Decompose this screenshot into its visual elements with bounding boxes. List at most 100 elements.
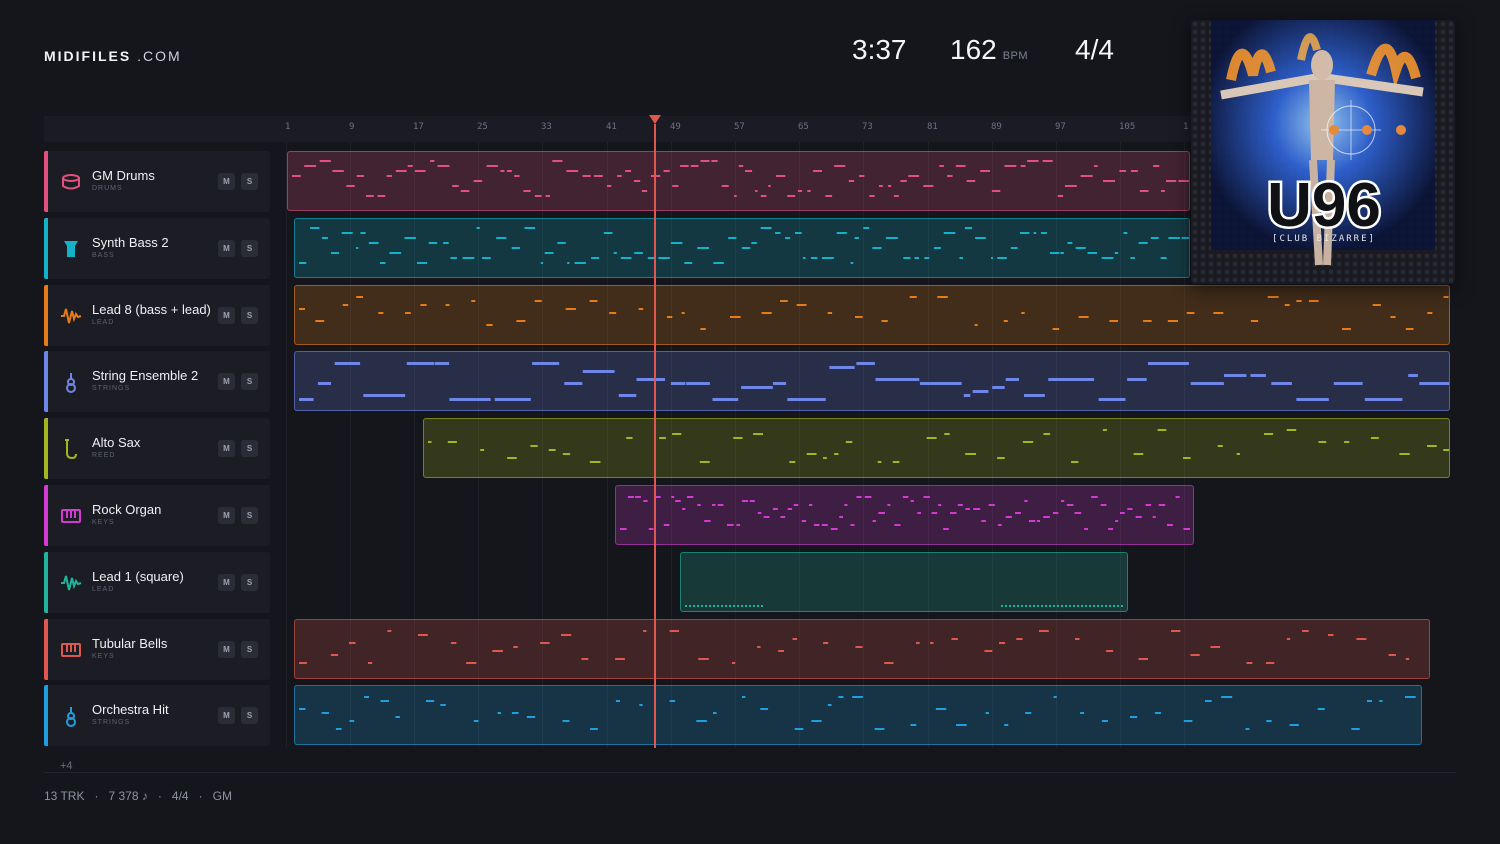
note (1087, 252, 1097, 254)
note (672, 185, 679, 187)
solo-button[interactable]: S (241, 507, 258, 524)
track-clip[interactable] (287, 151, 1190, 211)
track-header[interactable]: Lead 1 (square) LEAD M S (44, 552, 270, 613)
track-clip[interactable] (680, 552, 1128, 612)
note (1022, 441, 1034, 443)
cover-title-fill: U96 (1267, 171, 1381, 240)
solo-button[interactable]: S (241, 373, 258, 390)
mute-button[interactable]: M (218, 707, 235, 724)
track-name: Rock Organ (92, 502, 162, 517)
solo-button[interactable]: S (241, 641, 258, 658)
track-header[interactable]: Synth Bass 2 BASS M S (44, 218, 270, 279)
track-clip[interactable] (294, 285, 1450, 345)
note (380, 700, 389, 702)
mute-button[interactable]: M (218, 440, 235, 457)
note (356, 175, 364, 177)
ruler-bar-label: 41 (606, 122, 617, 132)
note (1296, 398, 1329, 401)
note (1109, 605, 1111, 607)
track-header[interactable]: Lead 8 (bass + lead) LEAD M S (44, 285, 270, 346)
note (1119, 170, 1126, 172)
note (1405, 658, 1410, 660)
note (567, 262, 570, 264)
note (684, 262, 693, 264)
track-clip[interactable] (294, 685, 1422, 745)
note (685, 605, 687, 607)
note (364, 696, 369, 698)
track-clip[interactable] (294, 351, 1450, 411)
note (589, 300, 598, 302)
note (869, 195, 875, 197)
note (496, 237, 507, 239)
note (745, 170, 753, 172)
note (1289, 724, 1299, 726)
note (863, 227, 870, 229)
solo-button[interactable]: S (241, 574, 258, 591)
note (620, 257, 632, 259)
mute-button[interactable]: M (218, 507, 235, 524)
note (809, 504, 813, 506)
note (1115, 520, 1119, 522)
solo-button[interactable]: S (241, 240, 258, 257)
mute-button[interactable]: M (218, 373, 235, 390)
note (523, 190, 531, 192)
playhead[interactable] (654, 124, 656, 748)
solo-button[interactable]: S (241, 307, 258, 324)
note (462, 257, 475, 259)
solo-button[interactable]: S (241, 707, 258, 724)
track-clip[interactable] (294, 218, 1190, 278)
note (658, 257, 670, 259)
note (1064, 185, 1077, 187)
track-header[interactable]: String Ensemble 2 STRINGS M S (44, 351, 270, 412)
note (757, 512, 762, 514)
note (755, 190, 758, 192)
note (787, 398, 826, 401)
note (534, 300, 542, 302)
note (792, 638, 798, 640)
track-color-strip (44, 619, 48, 680)
album-cover-art: U96 U96 [CLUB BIZARRE] (1191, 20, 1455, 284)
track-header[interactable]: Alto Sax REED M S (44, 418, 270, 479)
mute-button[interactable]: M (218, 173, 235, 190)
note (1224, 374, 1247, 377)
note (1183, 720, 1193, 722)
note (1114, 252, 1119, 254)
note (562, 453, 571, 455)
note (681, 312, 685, 314)
keyboard-icon (60, 505, 82, 527)
track-color-strip (44, 418, 48, 479)
note (634, 252, 643, 254)
track-header[interactable]: GM Drums DRUMS M S (44, 151, 270, 212)
note (931, 512, 938, 514)
note (507, 170, 512, 172)
track-clip[interactable] (615, 485, 1194, 545)
track-header[interactable]: Rock Organ KEYS M S (44, 485, 270, 546)
note (1221, 696, 1233, 698)
note (500, 170, 505, 172)
mute-button[interactable]: M (218, 240, 235, 257)
midi-standard: GM (212, 789, 232, 803)
playhead-handle[interactable] (649, 115, 661, 124)
mute-button[interactable]: M (218, 307, 235, 324)
site-logo[interactable]: MIDIFILES .COM (44, 48, 182, 64)
track-clip[interactable] (423, 418, 1450, 478)
note (713, 605, 715, 607)
mute-button[interactable]: M (218, 574, 235, 591)
note (443, 242, 449, 244)
waveform-icon (60, 305, 82, 327)
solo-button[interactable]: S (241, 440, 258, 457)
note (730, 316, 741, 318)
track-header[interactable]: Orchestra Hit STRINGS M S (44, 685, 270, 746)
note (1284, 304, 1290, 306)
note (450, 257, 457, 259)
note (534, 195, 542, 197)
track-header[interactable]: Tubular Bells KEYS M S (44, 619, 270, 680)
track-clip[interactable] (294, 619, 1430, 679)
ruler-bar-label: 33 (541, 122, 552, 132)
mute-button[interactable]: M (218, 641, 235, 658)
solo-button[interactable]: S (241, 173, 258, 190)
note (811, 720, 822, 722)
note (997, 257, 1007, 259)
note (445, 304, 450, 306)
more-tracks-indicator[interactable]: +4 (60, 760, 73, 772)
